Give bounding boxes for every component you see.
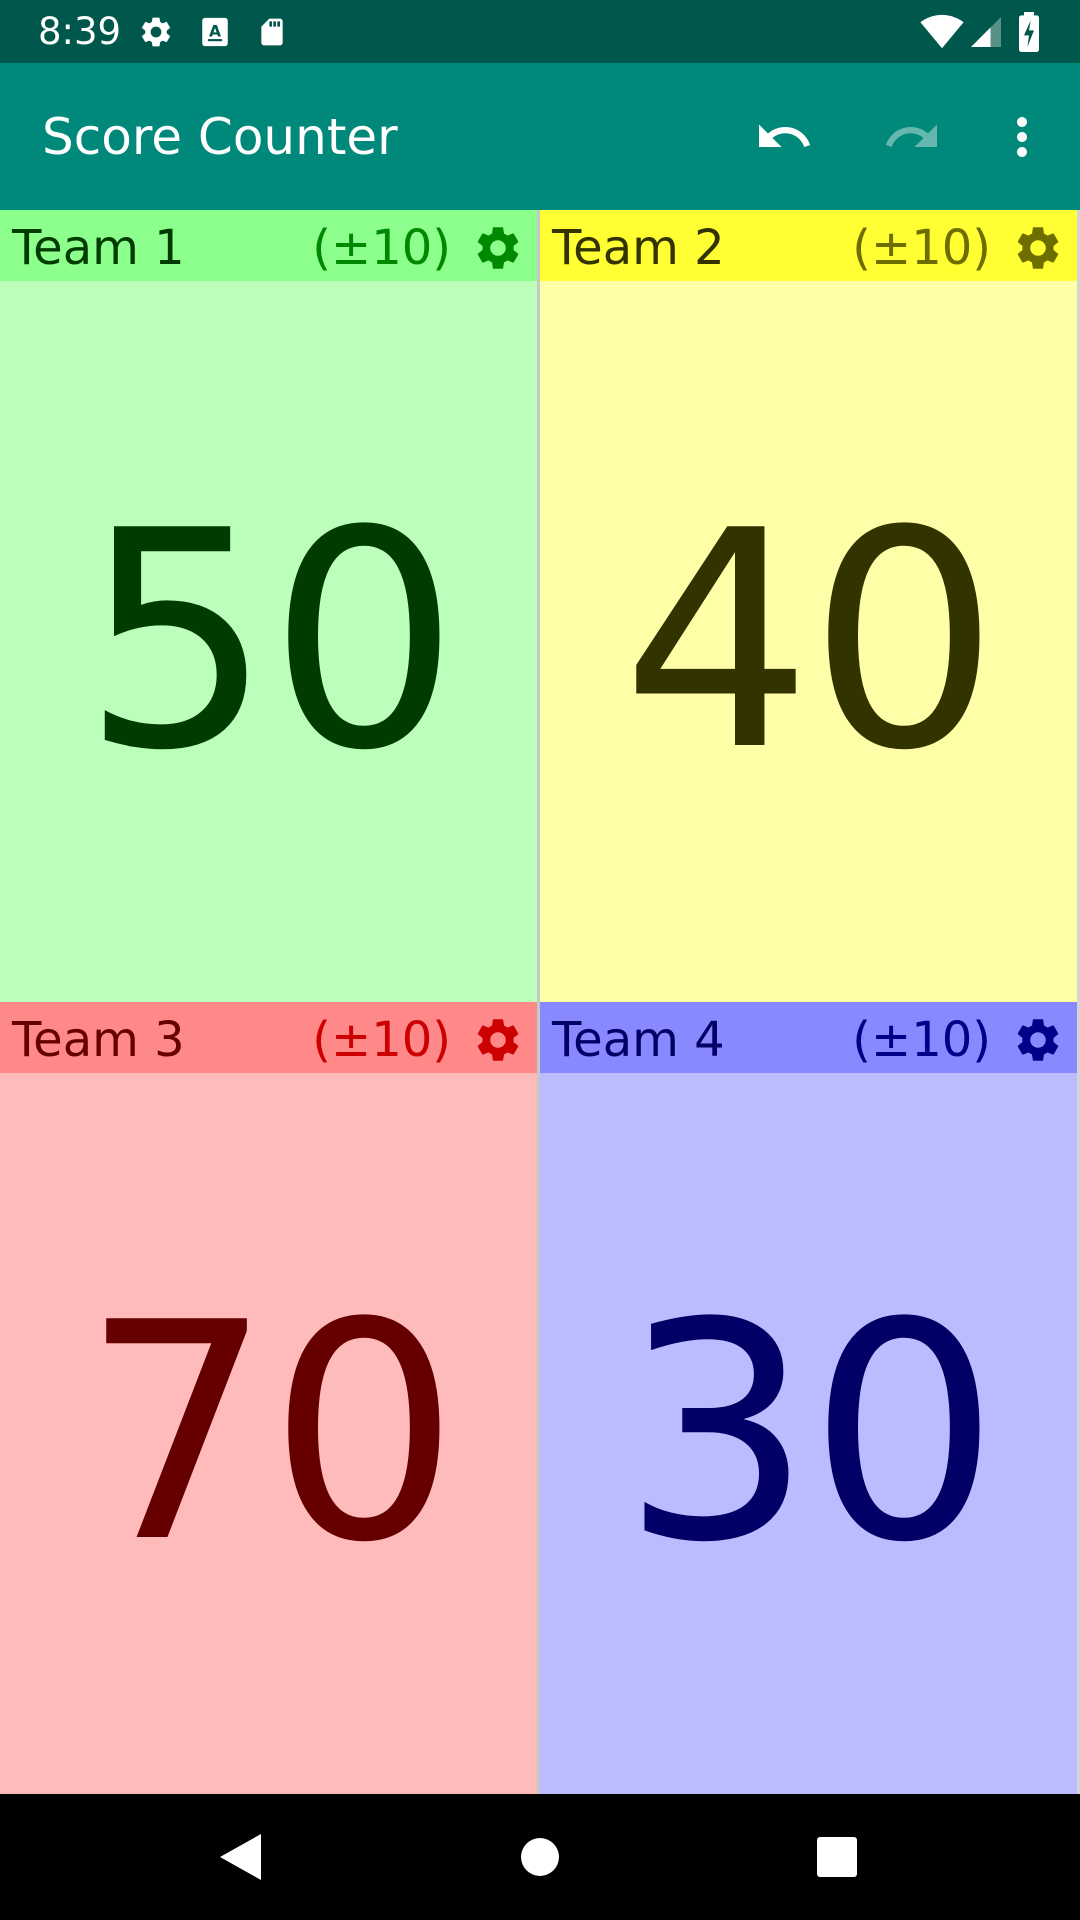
sd-card-icon — [256, 14, 288, 54]
team-header[interactable]: Team 1 (±10) — [0, 210, 537, 281]
gear-icon[interactable] — [472, 1014, 524, 1066]
gear-icon[interactable] — [1012, 222, 1064, 274]
score-value[interactable]: 40 — [540, 281, 1077, 1002]
app-title: Score Counter — [42, 108, 398, 166]
increment-label: (±10) — [852, 1012, 991, 1068]
recents-icon[interactable] — [802, 1822, 872, 1892]
score-value[interactable]: 50 — [0, 281, 537, 1002]
team-header[interactable]: Team 4 (±10) — [540, 1002, 1077, 1073]
status-bar: 8:39 A — [0, 0, 1080, 63]
gear-icon[interactable] — [472, 222, 524, 274]
more-vert-icon[interactable] — [986, 101, 1058, 173]
battery-charging-icon — [1016, 12, 1042, 56]
team-name: Team 3 — [12, 1012, 185, 1068]
team-name: Team 4 — [552, 1012, 725, 1068]
team-panel-4[interactable]: Team 4 (±10) 30 — [540, 1002, 1077, 1794]
app-bar: Score Counter — [0, 63, 1080, 210]
team-panel-1[interactable]: Team 1 (±10) 50 — [0, 210, 537, 1002]
panel-divider — [537, 210, 540, 1794]
team-name: Team 2 — [552, 220, 725, 276]
wifi-icon — [920, 14, 964, 54]
back-icon[interactable] — [205, 1822, 275, 1892]
cell-signal-icon — [968, 14, 1004, 54]
undo-icon[interactable] — [748, 101, 820, 173]
redo-icon[interactable] — [876, 101, 948, 173]
team-panel-2[interactable]: Team 2 (±10) 40 — [540, 210, 1077, 1002]
team-header[interactable]: Team 2 (±10) — [540, 210, 1077, 281]
text-format-icon: A — [198, 14, 232, 54]
status-time: 8:39 — [38, 10, 122, 53]
score-value[interactable]: 30 — [540, 1073, 1077, 1794]
score-value[interactable]: 70 — [0, 1073, 537, 1794]
home-icon[interactable] — [505, 1822, 575, 1892]
svg-text:A: A — [209, 22, 221, 40]
navigation-bar — [0, 1794, 1080, 1920]
increment-label: (±10) — [312, 220, 451, 276]
increment-label: (±10) — [852, 220, 991, 276]
increment-label: (±10) — [312, 1012, 451, 1068]
settings-icon — [138, 14, 174, 54]
team-header[interactable]: Team 3 (±10) — [0, 1002, 537, 1073]
team-panel-3[interactable]: Team 3 (±10) 70 — [0, 1002, 537, 1794]
team-name: Team 1 — [12, 220, 185, 276]
gear-icon[interactable] — [1012, 1014, 1064, 1066]
